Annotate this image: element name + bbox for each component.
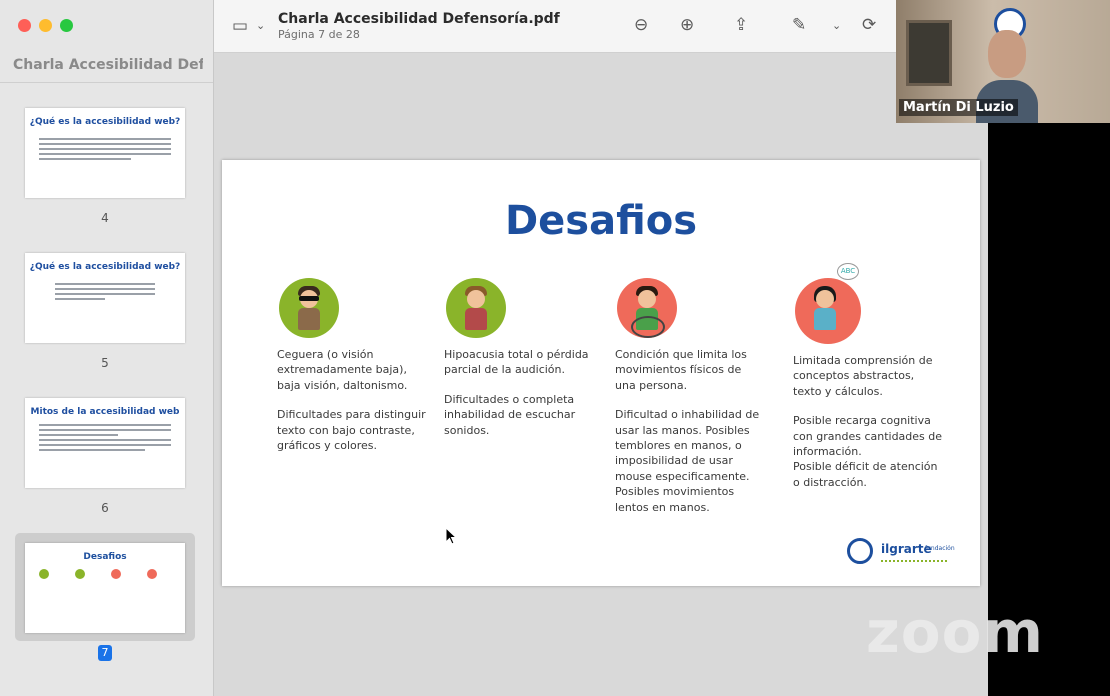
zoom-watermark: zoom [866, 598, 1044, 666]
zoom-out-icon[interactable]: ⊖ [634, 15, 648, 35]
zoom-in-icon[interactable]: ⊕ [680, 15, 694, 35]
challenge-column-visual: Ceguera (o visión extremadamente baja), … [277, 278, 427, 467]
thumbnail-page-number: 6 [101, 501, 109, 515]
close-window-button[interactable] [18, 19, 31, 32]
logo-braille [881, 560, 947, 566]
thumbnail-heading: Mitos de la accesibilidad web [30, 407, 180, 417]
thumbnail-figure [111, 569, 121, 579]
challenge-detail: Dificultades o completa inhabilidad de e… [444, 392, 576, 437]
challenge-description: Limitada comprensión de conceptos abstra… [793, 354, 933, 398]
participant-name: Martín Di Luzio [899, 99, 1018, 116]
cognitive-person-illustration: ABC [795, 263, 861, 344]
challenge-detail: Dificultad o inhabilidad de usar las man… [615, 408, 760, 514]
minimize-window-button[interactable] [39, 19, 52, 32]
mouse-cursor-icon [445, 527, 457, 545]
window-controls [18, 19, 73, 32]
deaf-person-illustration [446, 278, 506, 338]
blind-person-illustration [279, 278, 339, 338]
speech-bubble: ABC [837, 263, 859, 280]
pdf-page: Desafios Ceguera (o visión extremadament… [222, 160, 980, 586]
logo-subtext: fundación [925, 545, 955, 552]
thumbnail-heading: ¿Qué es la accesibilidad web? [29, 117, 181, 127]
thumbnail-heading: Desafios [83, 552, 127, 562]
markup-pen-icon[interactable]: ✎ [792, 15, 806, 35]
challenge-column-cognitive: ABC Limitada comprensión de conceptos ab… [793, 263, 943, 504]
wheelchair-user-illustration [617, 278, 677, 338]
thumbnail-figure [39, 569, 49, 579]
document-title: Charla Accesibilidad Defensoría.pdf [278, 11, 560, 27]
challenge-description: Ceguera (o visión extremadamente baja), … [277, 348, 408, 392]
thumbnail-page-number: 5 [101, 356, 109, 370]
wall-picture [906, 20, 952, 86]
challenge-detail: Posible recarga cognitiva con grandes ca… [793, 414, 943, 489]
chevron-down-icon[interactable]: ⌄ [832, 16, 841, 36]
logo-icon [847, 538, 873, 564]
thumbnail-text-lines [39, 424, 171, 454]
thumbnail-figure [75, 569, 85, 579]
slide-title: Desafios [504, 198, 698, 244]
thumbnail-text-lines [55, 283, 155, 303]
challenge-column-hearing: Hipoacusia total o pérdida parcial de la… [444, 278, 594, 452]
page-indicator: Página 7 de 28 [278, 28, 360, 41]
sidebar-title: Charla Accesibilidad Defen... [13, 57, 203, 73]
challenge-column-motor: Condición que limita los movimientos fís… [615, 278, 765, 529]
challenge-description: Condición que limita los movimientos fís… [615, 348, 747, 392]
thumbnail-page-6[interactable]: Mitos de la accesibilidad web [25, 398, 185, 488]
preview-window: Charla Accesibilidad Defen... ¿Qué es la… [0, 0, 988, 696]
thumbnail-text-lines [39, 138, 171, 163]
sidebar-toggle-icon[interactable]: ▭ [232, 16, 248, 36]
chevron-down-icon[interactable]: ⌄ [256, 16, 265, 36]
participant-video[interactable]: Martín Di Luzio [896, 0, 1110, 123]
share-icon[interactable]: ⇪ [734, 15, 748, 35]
challenge-detail: Dificultades para distinguir texto con b… [277, 408, 426, 453]
thumbnail-page-number: 4 [101, 211, 109, 225]
fullscreen-window-button[interactable] [60, 19, 73, 32]
challenge-description: Hipoacusia total o pérdida parcial de la… [444, 348, 589, 377]
thumbnail-figure [147, 569, 157, 579]
sidebar-divider [0, 82, 213, 83]
thumbnail-page-4[interactable]: ¿Qué es la accesibilidad web? [25, 108, 185, 198]
rotate-icon[interactable]: ⟳ [862, 15, 876, 35]
thumbnail-page-7[interactable]: Desafios [25, 543, 185, 633]
thumbnail-sidebar: Charla Accesibilidad Defen... ¿Qué es la… [0, 0, 214, 696]
selected-page-number: 7 [98, 645, 112, 661]
thumbnail-heading: ¿Qué es la accesibilidad web? [29, 262, 181, 272]
thumbnail-page-5[interactable]: ¿Qué es la accesibilidad web? [25, 253, 185, 343]
toolbar: ▭ ⌄ Charla Accesibilidad Defensoría.pdf … [214, 0, 988, 53]
ilgrarte-logo: ilgrarte fundación [847, 536, 957, 572]
